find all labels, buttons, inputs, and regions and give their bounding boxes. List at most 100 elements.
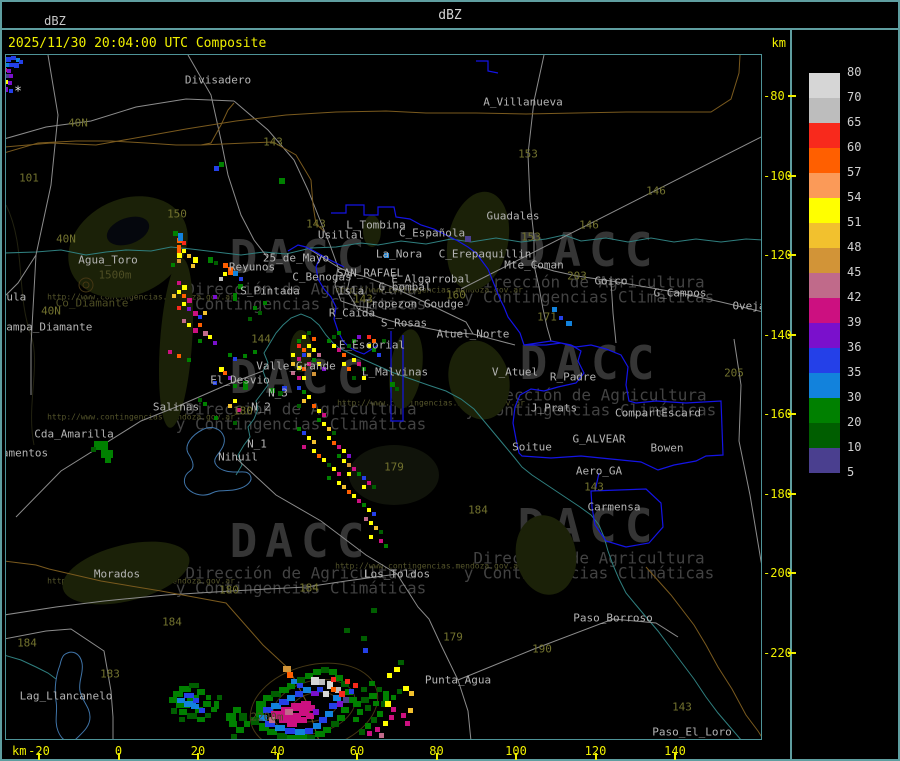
echo-cell [342,362,346,366]
echo-cell [409,691,414,696]
echo-cell [337,348,341,352]
echo-cell [258,311,262,315]
echo-cell [347,472,351,476]
echo-cell [285,709,293,715]
echo-cell [287,735,297,739]
legend-block-label: 51 [847,215,862,229]
echo-cell [223,371,227,375]
legend-block-label: 42 [847,290,862,304]
echo-cell [369,521,373,525]
x-tick-mark [435,753,438,760]
echo-cell [362,485,366,489]
echo-cell [182,241,186,245]
echo-cell [344,628,350,633]
echo-cell [191,264,195,268]
echo-cell [317,454,321,458]
legend-block [809,148,840,173]
echo-cell [384,253,389,258]
echo-cell [312,404,316,408]
echo-cell [6,87,8,92]
x-tick-mark [356,753,358,760]
echo-cell [237,408,241,412]
echo-cell [302,376,306,380]
echo-cell [362,503,366,507]
echo-cell [303,687,311,693]
echo-cell [197,717,205,722]
echo-cell [213,295,217,299]
echo-cell [327,436,331,440]
legend-block-label: 57 [847,165,862,179]
echo-cell [341,707,349,713]
echo-cell [337,445,341,449]
echo-cell [317,409,321,413]
echo-cell [331,687,336,692]
echo-cell [342,449,346,453]
echo-cell [219,162,224,167]
echo-cell [187,323,191,327]
echo-cell [243,354,247,358]
echo-cell [253,306,257,310]
echo-cell [362,367,366,371]
echo-cell [91,447,96,452]
echo-cell [295,729,305,735]
echo-cell [182,294,186,298]
legend-block [809,98,840,123]
echo-cell [208,257,213,263]
echo-cell [287,695,295,701]
echo-cell [317,362,321,366]
echo-cell [291,362,295,366]
echo-cell [357,499,361,503]
radar-map[interactable]: DACC Dirección de Agricultura y Contingenc… [5,54,762,740]
echo-cell [302,390,306,394]
x-tick-mark [197,753,199,760]
echo-cell [369,681,375,686]
echo-cell [177,306,181,310]
legend-block [809,248,840,273]
echo-cell [251,717,259,725]
x-tick-mark [276,753,279,760]
echo-cell [559,316,563,320]
legend-block [809,448,840,473]
echo-cell [177,245,181,253]
echo-cell [307,436,311,440]
x-tick-mark [515,753,517,760]
echo-cell [342,459,346,463]
echo-cell [361,636,367,641]
echo-cell [332,441,336,445]
echo-cell [364,517,368,521]
echo-cell [198,323,202,327]
echo-cell [193,328,198,333]
echo-cell [197,689,205,695]
echo-cell [213,381,217,385]
y-tick-mark [788,413,796,415]
legend-block-label: 39 [847,315,862,329]
echo-cell [282,386,287,391]
echo-cell [372,485,376,489]
echo-cell [337,715,345,721]
legend-block [809,273,840,298]
echo-cell [395,387,399,391]
x-tick-mark [38,753,40,760]
echo-cell [307,362,311,366]
echo-cell [566,321,572,326]
echo-cell [317,418,321,422]
echo-cell [168,350,172,354]
echo-cell [312,348,316,352]
echo-cell [325,711,333,717]
echo-cell [312,449,316,453]
legend-title: dBZ [44,14,66,28]
echo-cell [198,398,202,402]
echo-cell [375,727,380,732]
echo-cell [182,285,187,290]
echo-cell [263,301,267,305]
echo-cell [233,421,237,425]
echo-cell [189,683,199,688]
y-tick-mark [788,651,796,654]
echo-cell [383,691,389,701]
echo-cell [465,236,471,242]
echo-cell [291,371,295,375]
echo-cell [236,727,244,733]
legend-block-label: 35 [847,365,862,379]
y-axis-unit-label: km [771,36,786,50]
echo-cell [297,427,301,431]
